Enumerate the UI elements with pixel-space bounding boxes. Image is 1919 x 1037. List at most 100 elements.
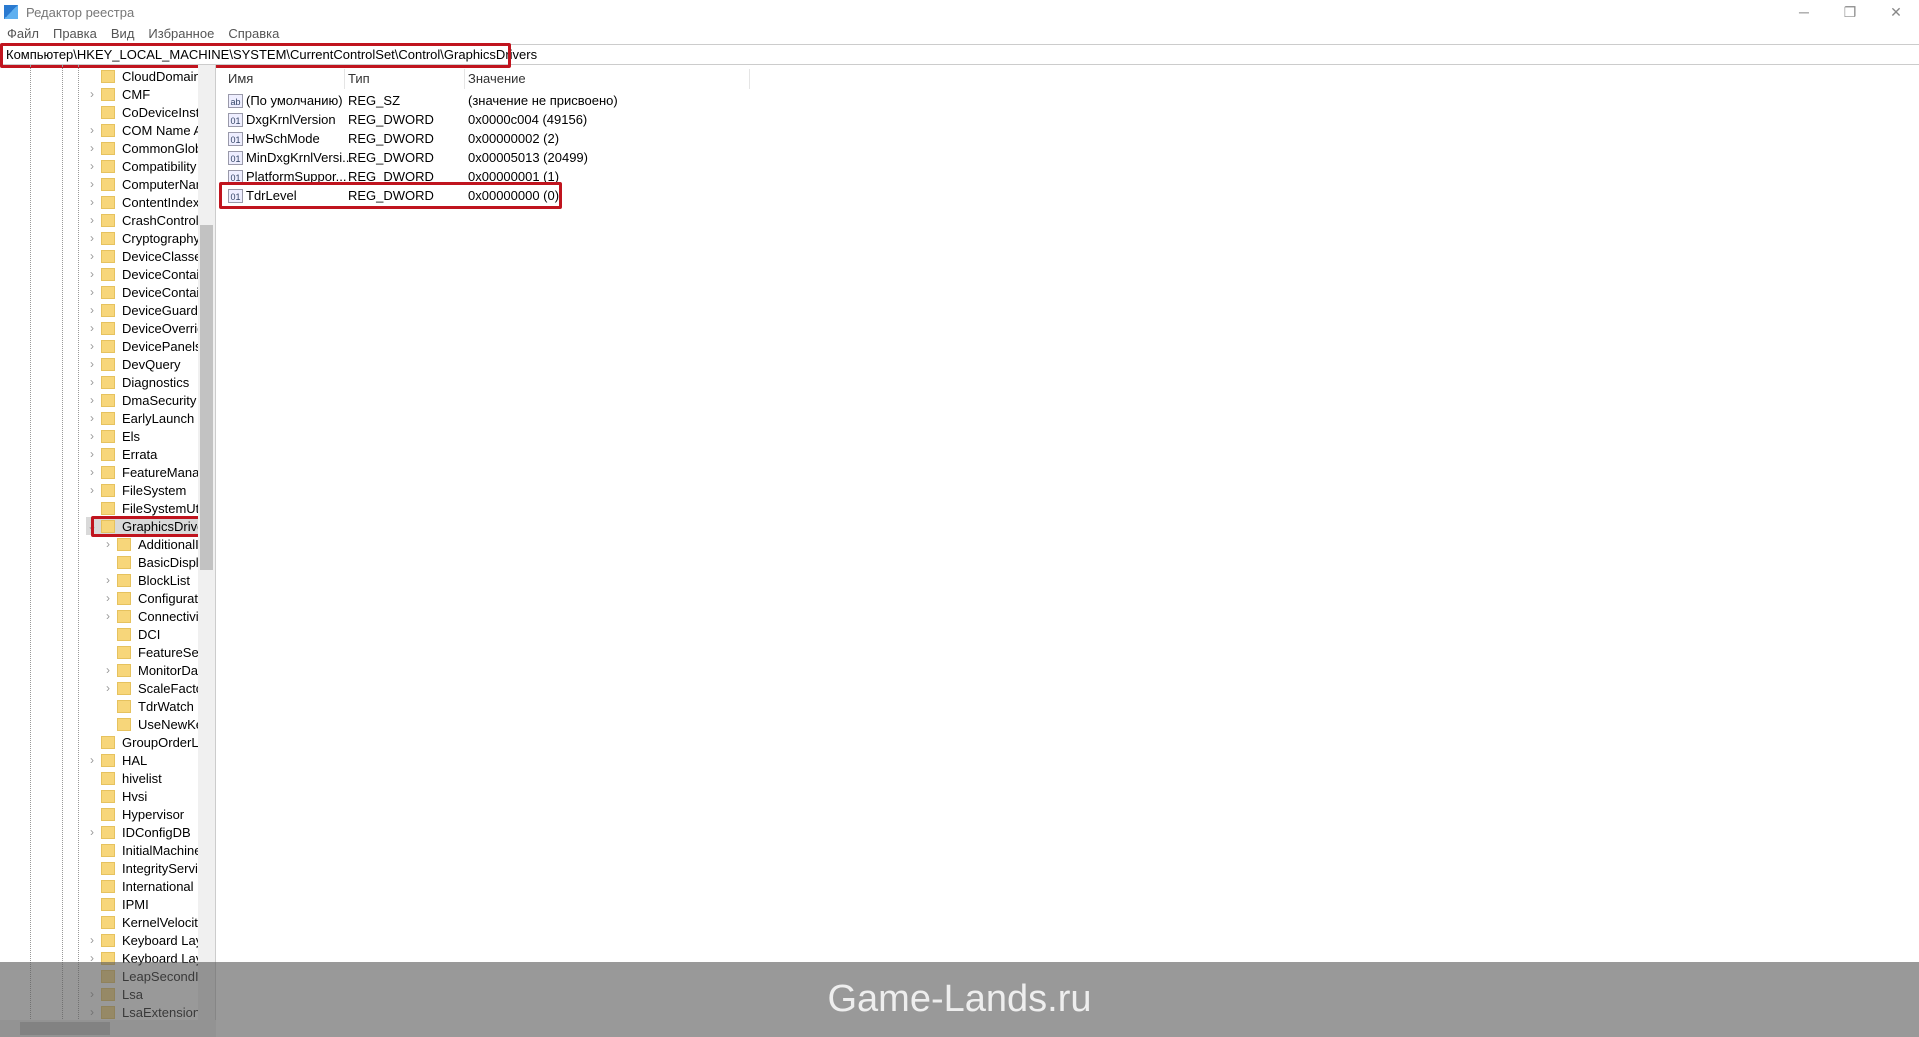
chevron-right-icon[interactable]: › (86, 285, 98, 299)
tree-item[interactable]: FileSystemUtil (86, 499, 205, 517)
tree-item[interactable]: › DeviceContair (86, 265, 204, 283)
tree-item[interactable]: InitialMachine (86, 841, 202, 859)
tree-item[interactable]: FeatureSetU (102, 643, 212, 661)
chevron-right-icon[interactable]: › (86, 339, 98, 353)
chevron-right-icon[interactable]: › (86, 303, 98, 317)
tree-item[interactable]: › CrashControl (86, 211, 199, 229)
tree-item[interactable]: › CommonGlob (86, 139, 202, 157)
tree-item[interactable]: › Configurati (102, 589, 201, 607)
tree-item[interactable]: GroupOrderLis (86, 733, 208, 751)
tree-item[interactable]: › BlockList (102, 571, 190, 589)
chevron-right-icon[interactable]: › (86, 447, 98, 461)
tree-item[interactable]: › FileSystem (86, 481, 186, 499)
chevron-right-icon[interactable]: › (102, 681, 114, 695)
tree-item[interactable]: › IDConfigDB (86, 823, 191, 841)
menu-file[interactable]: Файл (7, 26, 39, 41)
chevron-right-icon[interactable]: › (86, 249, 98, 263)
chevron-right-icon[interactable]: › (86, 375, 98, 389)
dword-value-icon: 01 (228, 150, 243, 165)
tree-item[interactable]: › DeviceGuard (86, 301, 198, 319)
value-row[interactable]: 01 HwSchMode REG_DWORD 0x00000002 (2) (226, 129, 786, 148)
tree-item[interactable]: › DeviceContair (86, 283, 204, 301)
column-type[interactable]: Тип (348, 69, 370, 89)
tree-item[interactable]: › Els (86, 427, 140, 445)
chevron-right-icon[interactable]: › (86, 753, 98, 767)
close-button[interactable]: ✕ (1873, 0, 1919, 24)
minimize-button[interactable]: ─ (1781, 0, 1827, 24)
chevron-right-icon[interactable]: › (86, 123, 98, 137)
tree-item[interactable]: › COM Name A (86, 121, 202, 139)
chevron-right-icon[interactable]: › (102, 573, 114, 587)
chevron-right-icon[interactable]: › (86, 141, 98, 155)
tree-item[interactable]: › Diagnostics (86, 373, 189, 391)
tree-item[interactable]: › HAL (86, 751, 147, 769)
chevron-right-icon[interactable]: › (86, 825, 98, 839)
chevron-right-icon[interactable]: › (86, 393, 98, 407)
tree-item[interactable]: UseNewKey (102, 715, 210, 733)
tree-item[interactable]: › Connectivit (102, 607, 202, 625)
chevron-right-icon[interactable]: › (86, 357, 98, 371)
tree-item[interactable]: › CMF (86, 85, 150, 103)
menu-edit[interactable]: Правка (53, 26, 97, 41)
value-row[interactable]: ab (По умолчанию) REG_SZ (значение не пр… (226, 91, 786, 110)
chevron-right-icon[interactable]: › (86, 267, 98, 281)
tree-item-label: CrashControl (122, 212, 199, 228)
tree-vertical-scrollbar[interactable] (198, 65, 215, 1027)
maximize-button[interactable]: ❐ (1827, 0, 1873, 24)
tree-item[interactable]: › DevQuery (86, 355, 181, 373)
tree-item-label: Errata (122, 446, 158, 462)
chevron-right-icon[interactable]: › (102, 591, 114, 605)
chevron-right-icon[interactable]: › (86, 87, 98, 101)
menu-help[interactable]: Справка (228, 26, 279, 41)
tree-item[interactable]: hivelist (86, 769, 162, 787)
tree-item[interactable]: CoDeviceInsta (86, 103, 207, 121)
tree-item[interactable]: › ComputerNan (86, 175, 203, 193)
chevron-right-icon[interactable]: › (86, 465, 98, 479)
tree-item[interactable]: › FeatureManag (86, 463, 207, 481)
tree-item[interactable]: › ContentIndex (86, 193, 199, 211)
menu-favorites[interactable]: Избранное (148, 26, 214, 41)
scroll-thumb[interactable] (200, 225, 213, 570)
value-row[interactable]: 01 MinDxgKrnlVersi... REG_DWORD 0x000050… (226, 148, 786, 167)
tree-item[interactable]: CloudDomain. (86, 67, 204, 85)
tree-item[interactable]: › EarlyLaunch (86, 409, 194, 427)
chevron-right-icon[interactable]: › (86, 933, 98, 947)
tree-item[interactable]: › AdditionalI (102, 535, 199, 553)
column-data[interactable]: Значение (468, 69, 526, 89)
chevron-right-icon[interactable]: › (102, 609, 114, 623)
tree-item[interactable]: › Cryptography (86, 229, 200, 247)
tree-item[interactable]: › Keyboard Layc (86, 931, 209, 949)
value-row[interactable]: 01 DxgKrnlVersion REG_DWORD 0x0000c004 (… (226, 110, 786, 129)
chevron-right-icon[interactable]: › (86, 429, 98, 443)
chevron-right-icon[interactable]: › (86, 195, 98, 209)
tree-item[interactable]: › DeviceOverrid (86, 319, 204, 337)
chevron-right-icon[interactable]: › (86, 483, 98, 497)
tree-item[interactable]: DCI (102, 625, 160, 643)
chevron-right-icon[interactable]: › (86, 231, 98, 245)
tree-item[interactable]: Hypervisor (86, 805, 184, 823)
tree-item[interactable]: International (86, 877, 194, 895)
chevron-right-icon[interactable]: › (86, 177, 98, 191)
tree-item[interactable]: › MonitorDat (102, 661, 202, 679)
tree-item[interactable]: BasicDispla (102, 553, 206, 571)
tree-item[interactable]: › Compatibility (86, 157, 196, 175)
column-name[interactable]: Имя (228, 69, 253, 89)
tree-item[interactable]: › DmaSecurity (86, 391, 196, 409)
tree-item-label: ContentIndex (122, 194, 200, 210)
tree-item[interactable]: › DeviceClasses (86, 247, 208, 265)
tree-item[interactable]: Hvsi (86, 787, 147, 805)
tree-item[interactable]: › ScaleFactor (102, 679, 207, 697)
chevron-right-icon[interactable]: › (102, 537, 114, 551)
menu-view[interactable]: Вид (111, 26, 135, 41)
tree-item[interactable]: TdrWatch (102, 697, 194, 715)
tree-item[interactable]: KernelVelocity (86, 913, 204, 931)
chevron-right-icon[interactable]: › (86, 321, 98, 335)
tree-item[interactable]: IntegrityServic (86, 859, 204, 877)
tree-item[interactable]: › DevicePanels (86, 337, 202, 355)
chevron-right-icon[interactable]: › (102, 663, 114, 677)
chevron-right-icon[interactable]: › (86, 411, 98, 425)
tree-item[interactable]: IPMI (86, 895, 149, 913)
tree-item[interactable]: › Errata (86, 445, 157, 463)
chevron-right-icon[interactable]: › (86, 159, 98, 173)
chevron-right-icon[interactable]: › (86, 213, 98, 227)
